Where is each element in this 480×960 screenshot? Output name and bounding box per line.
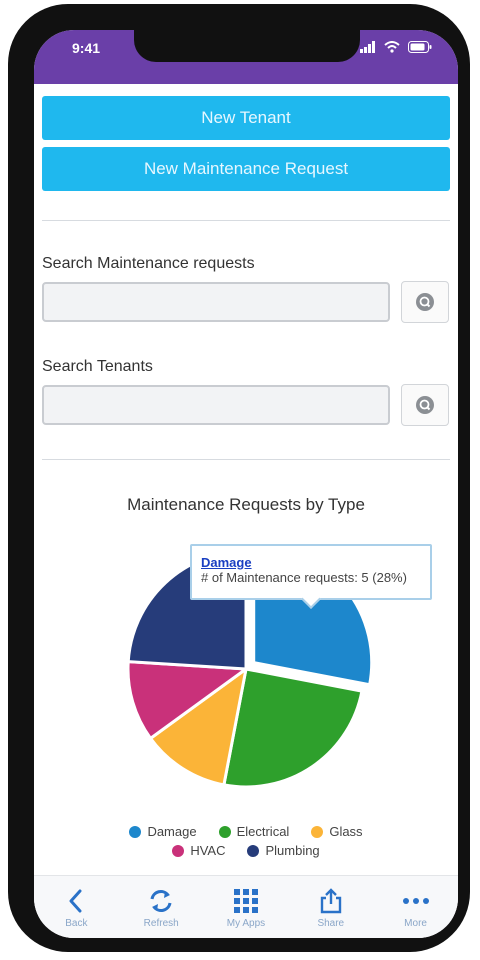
search-maintenance-input[interactable]: [42, 282, 390, 322]
tab-label: Back: [65, 918, 88, 929]
legend-item-glass[interactable]: Glass: [311, 824, 363, 839]
legend-swatch: [247, 844, 260, 857]
new-tenant-button[interactable]: New Tenant: [42, 96, 450, 140]
phone-frame: 9:41 New Tenant New Maintenance Request …: [8, 4, 470, 952]
share-icon: [320, 888, 341, 914]
pie-slice-electrical[interactable]: [222, 667, 364, 789]
tab-refresh[interactable]: Refresh: [121, 876, 201, 929]
chart-tooltip: Damage # of Maintenance requests: 5 (28%…: [190, 544, 432, 609]
tooltip-title[interactable]: Damage: [201, 555, 421, 570]
grid-icon: [233, 889, 258, 913]
screen: 9:41 New Tenant New Maintenance Request …: [34, 30, 458, 938]
tab-back[interactable]: Back: [36, 876, 116, 929]
search-tenants-label: Search Tenants: [42, 358, 153, 375]
search-tenants-button[interactable]: [401, 384, 449, 426]
legend-label: HVAC: [190, 843, 226, 858]
tab-share[interactable]: Share: [291, 876, 371, 929]
legend-swatch: [311, 825, 324, 838]
tab-label: Refresh: [143, 918, 179, 929]
status-bar: 9:41: [34, 30, 458, 84]
divider: [42, 459, 450, 460]
main-content: New Tenant New Maintenance Request Searc…: [34, 84, 458, 876]
status-icons: [360, 41, 432, 53]
legend-item-damage[interactable]: Damage: [129, 824, 197, 839]
legend-label: Electrical: [236, 824, 290, 839]
legend-label: Glass: [329, 824, 363, 839]
status-time: 9:41: [72, 40, 101, 56]
legend-swatch: [129, 825, 142, 838]
legend-label: Plumbing: [265, 843, 320, 858]
legend-item-electrical[interactable]: Electrical: [218, 824, 290, 839]
battery-icon: [408, 41, 432, 53]
new-maintenance-request-button[interactable]: New Maintenance Request: [42, 147, 450, 191]
legend-item-plumbing[interactable]: Plumbing: [247, 843, 320, 858]
legend-swatch: [172, 844, 185, 857]
search-maintenance-button[interactable]: [401, 281, 449, 323]
tab-label: Share: [317, 918, 345, 929]
search-icon: [416, 293, 434, 311]
signal-icon: [360, 41, 375, 53]
notch: [134, 30, 360, 62]
refresh-icon: [150, 890, 172, 912]
bottom-tab-bar: Back Refresh My Apps Share More: [34, 875, 458, 938]
search-tenants-input[interactable]: [42, 385, 390, 425]
chart-title: Maintenance Requests by Type: [127, 495, 365, 514]
tab-label: My Apps: [226, 918, 266, 929]
wifi-icon: [384, 41, 400, 53]
tab-label: More: [404, 918, 427, 929]
legend-row: HVAC Plumbing: [34, 843, 458, 858]
chevron-left-icon: [69, 889, 82, 913]
more-icon: [402, 898, 429, 904]
legend-label: Damage: [147, 824, 197, 839]
divider: [42, 220, 450, 221]
tab-more[interactable]: More: [376, 876, 456, 929]
search-maintenance-label: Search Maintenance requests: [42, 255, 255, 272]
tooltip-text: # of Maintenance requests: 5 (28%): [201, 570, 407, 585]
chart-legend: Damage Electrical Glass HVAC Plumbing: [34, 824, 458, 862]
legend-row: Damage Electrical Glass: [34, 824, 458, 839]
legend-item-hvac[interactable]: HVAC: [172, 843, 225, 858]
tab-my-apps[interactable]: My Apps: [206, 876, 286, 929]
legend-swatch: [218, 825, 231, 838]
search-icon: [416, 396, 434, 414]
